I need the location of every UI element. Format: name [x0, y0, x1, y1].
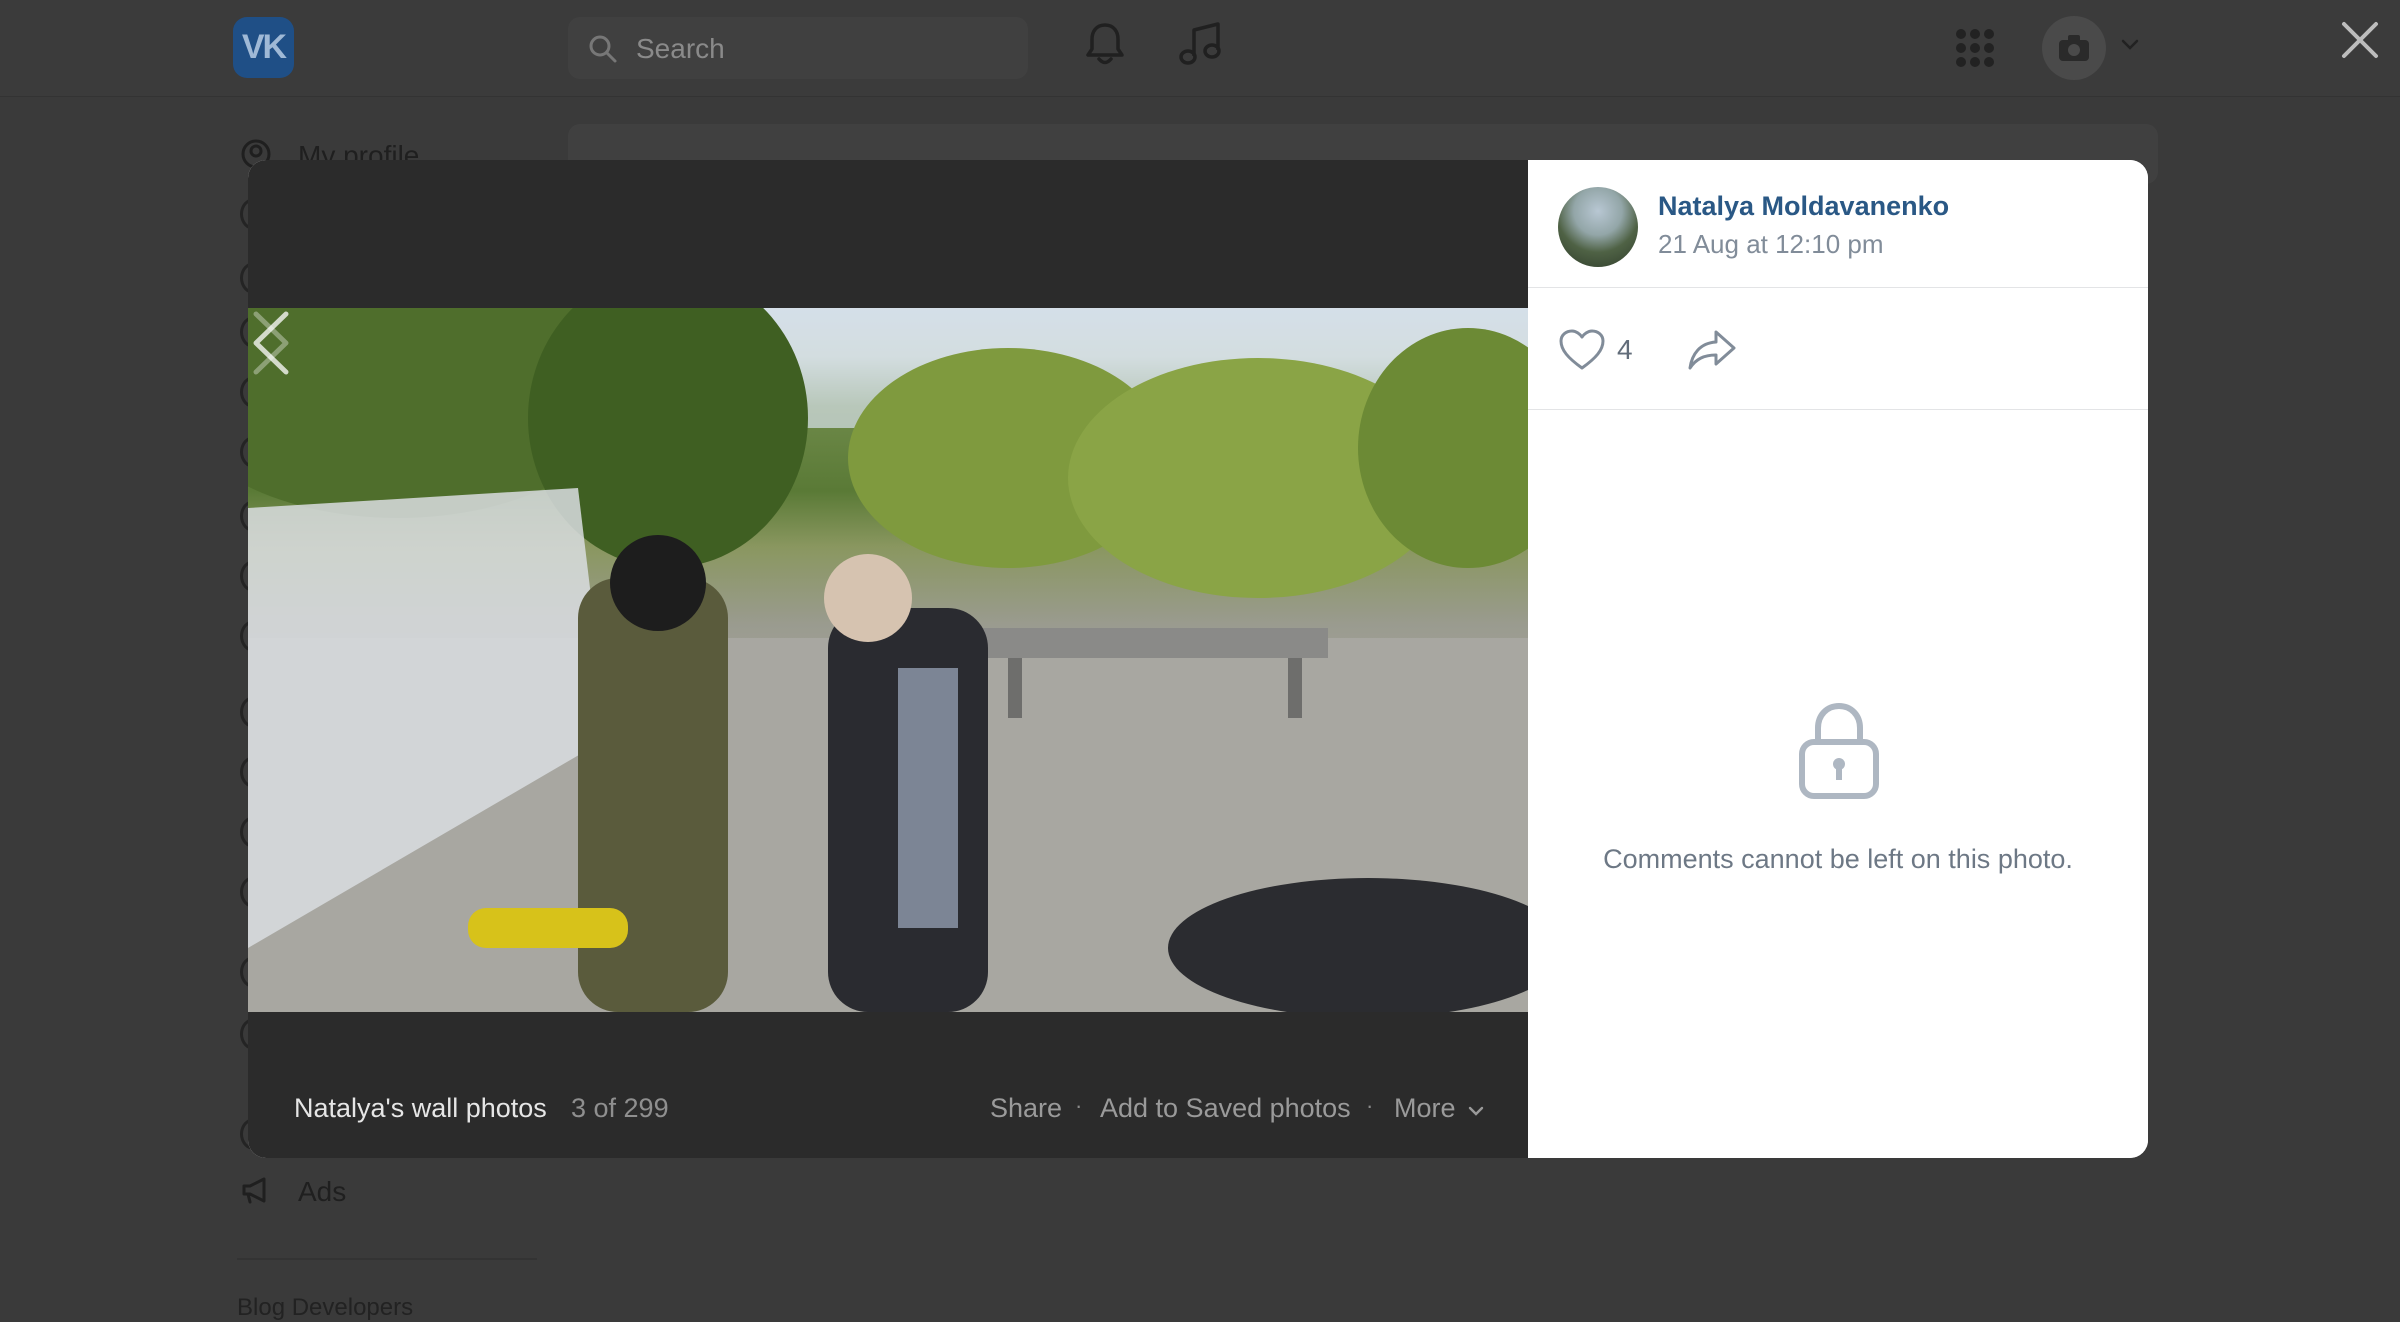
chevron-down-icon	[1468, 1106, 1484, 1116]
separator-dot: ·	[1075, 1093, 1083, 1118]
comments-locked-text: Comments cannot be left on this photo.	[1603, 844, 2073, 874]
photo-position-counter: 3 of 299	[571, 1093, 669, 1123]
sidebar-item-label: Ads	[298, 1176, 347, 1207]
notifications-bell-icon[interactable]	[1083, 20, 1127, 68]
photo-scene-illustration	[248, 308, 1528, 1012]
lock-icon	[1799, 702, 1879, 799]
next-photo-chevron-icon[interactable]	[248, 308, 294, 378]
add-to-saved-link[interactable]: Add to Saved photos	[1100, 1093, 1351, 1124]
author-name-link[interactable]: Natalya Moldavanenko	[1658, 191, 1949, 222]
author-row: Natalya Moldavanenko 21 Aug at 12:10 pm	[1528, 160, 2148, 288]
search-box[interactable]	[568, 17, 1028, 81]
more-menu-label: More	[1394, 1093, 1456, 1123]
like-count: 4	[1617, 334, 1633, 365]
camera-icon	[2059, 35, 2089, 61]
search-icon	[589, 35, 617, 63]
photo-pane: Natalya's wall photos 3 of 299 Share · A…	[248, 160, 1528, 1158]
top-header: VK	[0, 0, 2400, 97]
album-title-link[interactable]: Natalya's wall photos	[294, 1093, 547, 1124]
photo-info-panel: Natalya Moldavanenko 21 Aug at 12:10 pm …	[1528, 160, 2148, 1158]
user-avatar-menu[interactable]	[2042, 16, 2106, 80]
vk-logo[interactable]: VK	[233, 17, 294, 78]
author-avatar[interactable]	[1558, 187, 1638, 267]
photo-footer-bar: Natalya's wall photos 3 of 299 Share · A…	[248, 1012, 1528, 1158]
music-note-icon[interactable]	[1178, 20, 1224, 68]
photo-viewer-modal: Natalya's wall photos 3 of 299 Share · A…	[248, 160, 2148, 1158]
more-menu-link[interactable]: More	[1394, 1093, 1485, 1124]
share-action-link[interactable]: Share	[990, 1093, 1062, 1124]
post-date[interactable]: 21 Aug at 12:10 pm	[1658, 229, 1884, 260]
apps-grid-icon[interactable]	[1955, 28, 1995, 68]
sidebar-footer-links[interactable]: Blog Developers	[237, 1294, 413, 1322]
sidebar-divider	[237, 1258, 537, 1260]
share-arrow-icon[interactable]	[1686, 328, 1738, 372]
chevron-down-icon[interactable]	[2120, 38, 2140, 52]
separator-dot: ·	[1366, 1093, 1374, 1118]
heart-icon	[1559, 329, 1605, 370]
reactions-row: 4	[1528, 288, 2148, 410]
photo-image[interactable]	[248, 308, 1528, 1012]
megaphone-icon	[242, 1177, 266, 1204]
search-input[interactable]	[634, 17, 1018, 81]
close-icon[interactable]	[2340, 20, 2380, 60]
